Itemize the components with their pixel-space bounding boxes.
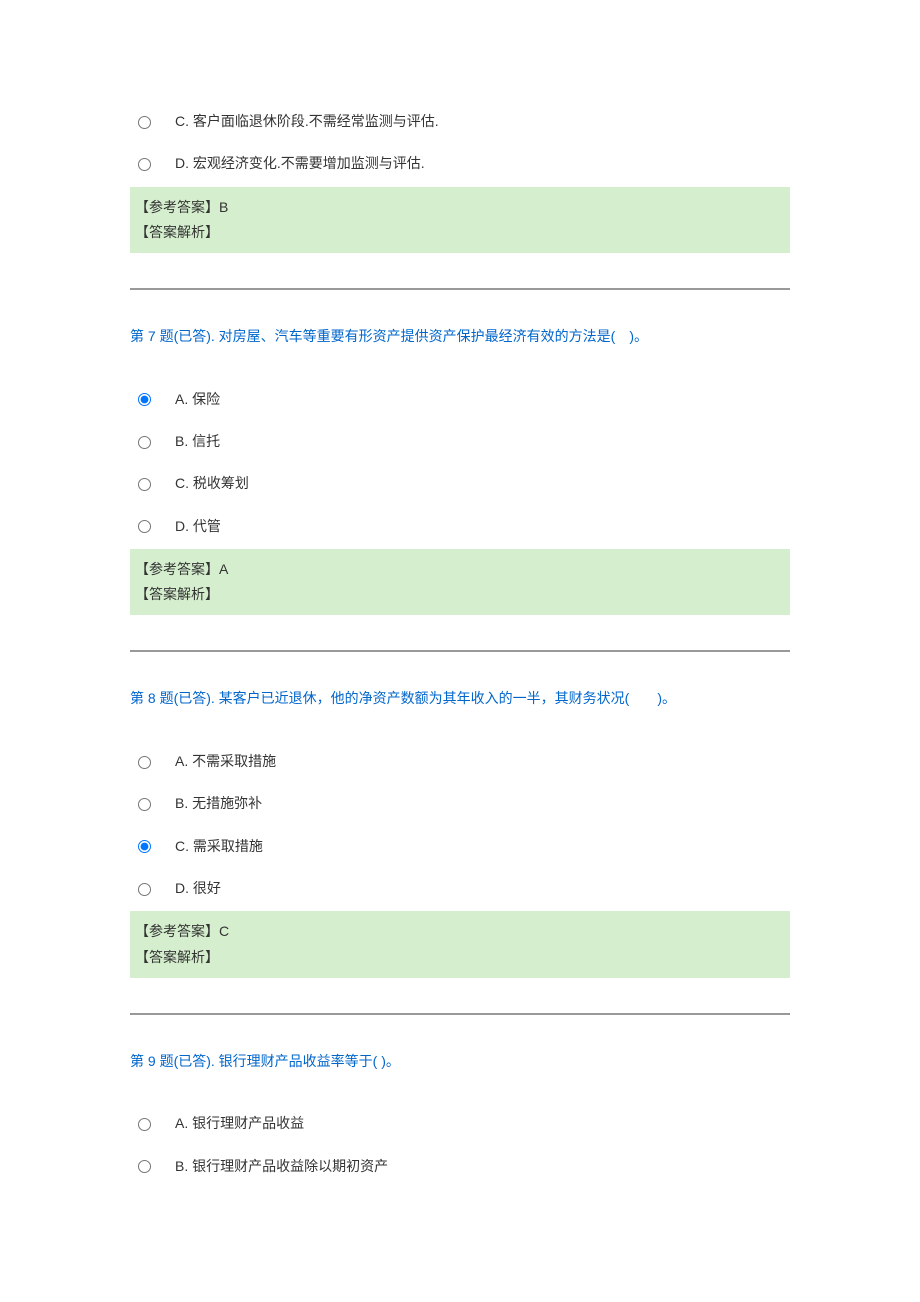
option-row: A. 银行理财产品收益	[130, 1102, 790, 1144]
option-text: B. 银行理财产品收益除以期初资产	[175, 1155, 790, 1177]
answer-box: 【参考答案】A 【答案解析】	[130, 549, 790, 615]
option-text: D. 代管	[175, 515, 790, 537]
option-row: B. 银行理财产品收益除以期初资产	[130, 1145, 790, 1187]
radio-wrapper	[130, 156, 175, 171]
question-title: 第 8 题(已答). 某客户已近退休，他的净资产数额为其年收入的一半，其财务状况…	[130, 687, 790, 709]
option-row: B. 无措施弥补	[130, 782, 790, 824]
option-text: D. 很好	[175, 877, 790, 899]
radio-option-b[interactable]	[138, 798, 151, 811]
option-row: D. 很好	[130, 867, 790, 909]
option-row: A. 不需采取措施	[130, 740, 790, 782]
radio-wrapper	[130, 754, 175, 769]
reference-answer: 【参考答案】C	[135, 919, 785, 944]
question-8: 第 8 题(已答). 某客户已近退休，他的净资产数额为其年收入的一半，其财务状况…	[130, 687, 790, 977]
question-9: 第 9 题(已答). 银行理财产品收益率等于( )。 A. 银行理财产品收益 B…	[130, 1050, 790, 1187]
option-row: B. 信托	[130, 420, 790, 462]
option-text: C. 需采取措施	[175, 835, 790, 857]
option-text: A. 保险	[175, 388, 790, 410]
radio-wrapper	[130, 434, 175, 449]
radio-option-a[interactable]	[138, 756, 151, 769]
option-row: C. 客户面临退休阶段.不需经常监测与评估.	[130, 100, 790, 142]
radio-option-a[interactable]	[138, 393, 151, 406]
answer-analysis: 【答案解析】	[135, 220, 785, 245]
option-row: C. 需采取措施	[130, 825, 790, 867]
radio-wrapper	[130, 114, 175, 129]
answer-analysis: 【答案解析】	[135, 945, 785, 970]
radio-option-c[interactable]	[138, 116, 151, 129]
radio-wrapper	[130, 1158, 175, 1173]
option-row: A. 保险	[130, 378, 790, 420]
option-text: A. 不需采取措施	[175, 750, 790, 772]
divider	[130, 288, 790, 290]
option-row: C. 税收筹划	[130, 462, 790, 504]
radio-option-c[interactable]	[138, 840, 151, 853]
reference-answer: 【参考答案】B	[135, 195, 785, 220]
question-7: 第 7 题(已答). 对房屋、汽车等重要有形资产提供资产保护最经济有效的方法是(…	[130, 325, 790, 615]
option-row: D. 宏观经济变化.不需要增加监测与评估.	[130, 142, 790, 184]
radio-wrapper	[130, 518, 175, 533]
radio-option-d[interactable]	[138, 158, 151, 171]
divider	[130, 650, 790, 652]
option-text: B. 无措施弥补	[175, 792, 790, 814]
reference-answer: 【参考答案】A	[135, 557, 785, 582]
radio-wrapper	[130, 881, 175, 896]
question-title: 第 9 题(已答). 银行理财产品收益率等于( )。	[130, 1050, 790, 1072]
radio-wrapper	[130, 796, 175, 811]
option-row: D. 代管	[130, 505, 790, 547]
radio-option-b[interactable]	[138, 436, 151, 449]
question-title: 第 7 题(已答). 对房屋、汽车等重要有形资产提供资产保护最经济有效的方法是(…	[130, 325, 790, 347]
radio-option-d[interactable]	[138, 520, 151, 533]
option-text: C. 税收筹划	[175, 472, 790, 494]
radio-option-a[interactable]	[138, 1118, 151, 1131]
answer-box: 【参考答案】C 【答案解析】	[130, 911, 790, 977]
radio-option-b[interactable]	[138, 1160, 151, 1173]
radio-option-d[interactable]	[138, 883, 151, 896]
radio-wrapper	[130, 1116, 175, 1131]
option-text: D. 宏观经济变化.不需要增加监测与评估.	[175, 152, 790, 174]
radio-wrapper	[130, 838, 175, 853]
radio-wrapper	[130, 391, 175, 406]
answer-analysis: 【答案解析】	[135, 582, 785, 607]
option-text: C. 客户面临退休阶段.不需经常监测与评估.	[175, 110, 790, 132]
radio-wrapper	[130, 476, 175, 491]
option-text: B. 信托	[175, 430, 790, 452]
question-6-partial: C. 客户面临退休阶段.不需经常监测与评估. D. 宏观经济变化.不需要增加监测…	[130, 100, 790, 253]
radio-option-c[interactable]	[138, 478, 151, 491]
answer-box: 【参考答案】B 【答案解析】	[130, 187, 790, 253]
option-text: A. 银行理财产品收益	[175, 1112, 790, 1134]
divider	[130, 1013, 790, 1015]
